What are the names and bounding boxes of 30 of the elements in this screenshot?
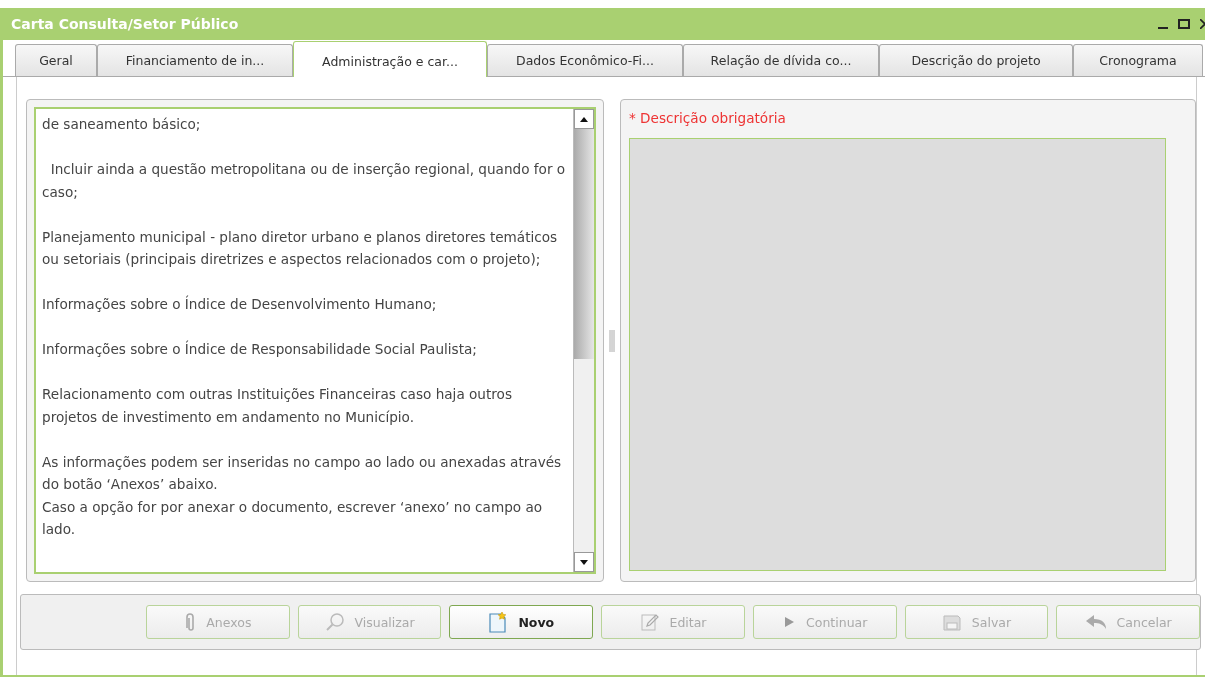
tab[interactable]: Geral [15,44,97,76]
tab[interactable]: Administração e car... [293,41,487,77]
tab[interactable]: Cronograma [1073,44,1203,76]
action-button[interactable]: Novo [449,605,594,639]
new-document-icon [488,611,509,633]
instruction-text: Incluir ainda a questão metropolitana ou de inserção regional, quando for o caso; [42,160,567,202]
paperclip-icon [184,612,197,632]
tab[interactable]: Relação de dívida co... [683,44,879,76]
instruction-text: de saneamento básico; [42,115,202,134]
splitter-handle-icon[interactable] [609,329,615,352]
instruction-text: Relacionamento com outras Instituições Financeiras caso haja outros projetos de investimento em andamento no Município. [42,385,513,427]
down-arrow-icon[interactable] [580,559,588,565]
tab[interactable]: Dados Econômico-Fi... [487,44,683,76]
close-icon[interactable] [1200,19,1205,29]
maximize-icon[interactable] [1178,19,1190,29]
instruction-text: Planejamento municipal - plano diretor urbano e planos diretores temáticos ou setoriais (principais diretrizes e aspectos relacionados com o projeto); [42,227,559,269]
up-arrow-icon[interactable] [580,116,588,122]
tab[interactable]: Descrição do projeto [879,44,1073,76]
instruction-text: Informações sobre o Índice de Responsabilidade Social Paulista; [42,339,478,359]
text-area[interactable] [34,107,596,574]
instruction-text: Caso a opção for por anexar o documento, escrever ‘anexo’ no campo ao lado. [42,497,544,539]
pencil-icon [639,612,660,632]
tab[interactable]: Financiamento de in... [97,44,293,76]
search-icon [324,612,345,632]
required-label: * Descrição obrigatória [628,110,787,126]
instruction-text: Informações sobre o Índice de Desenvolvimento Humano; [42,294,438,314]
window-title: Carta Consulta/Setor Público [11,16,240,32]
scrollbar[interactable] [573,109,594,572]
back-arrow-icon [1084,614,1107,630]
instruction-text: As informações podem ser inseridas no campo ao lado ou anexadas através do botão ‘Anexos’ abaixo. [42,452,563,494]
